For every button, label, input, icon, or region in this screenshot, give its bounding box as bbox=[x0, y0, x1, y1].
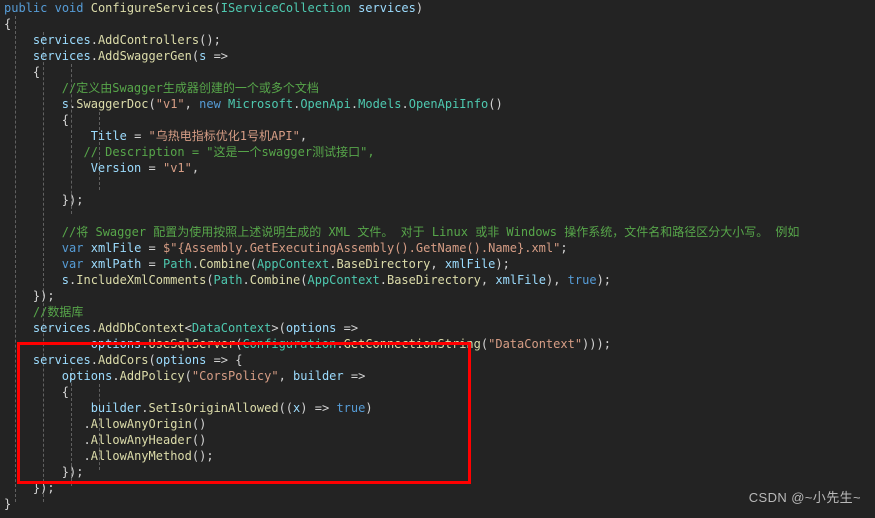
code-line[interactable]: { bbox=[0, 64, 875, 80]
code-line[interactable]: { bbox=[0, 16, 875, 32]
code-line[interactable] bbox=[0, 208, 875, 224]
code-line[interactable]: Version = "v1", bbox=[0, 160, 875, 176]
code-line[interactable]: }); bbox=[0, 192, 875, 208]
code-line[interactable]: .AllowAnyOrigin() bbox=[0, 416, 875, 432]
code-line[interactable]: .AllowAnyMethod(); bbox=[0, 448, 875, 464]
code-line[interactable]: //数据库 bbox=[0, 304, 875, 320]
code-line[interactable]: }); bbox=[0, 288, 875, 304]
code-line[interactable]: //定义由Swagger生成器创建的一个或多个文档 bbox=[0, 80, 875, 96]
code-line[interactable]: services.AddDbContext<DataContext>(optio… bbox=[0, 320, 875, 336]
code-line[interactable]: var xmlFile = $"{Assembly.GetExecutingAs… bbox=[0, 240, 875, 256]
code-line[interactable]: var xmlPath = Path.Combine(AppContext.Ba… bbox=[0, 256, 875, 272]
code-line[interactable]: options.UseSqlServer(Configuration.GetCo… bbox=[0, 336, 875, 352]
code-line[interactable]: s.SwaggerDoc("v1", new Microsoft.OpenApi… bbox=[0, 96, 875, 112]
code-line[interactable]: .AllowAnyHeader() bbox=[0, 432, 875, 448]
code-line[interactable]: services.AddCors(options => { bbox=[0, 352, 875, 368]
code-line[interactable]: builder.SetIsOriginAllowed((x) => true) bbox=[0, 400, 875, 416]
code-editor[interactable]: public void ConfigureServices(IServiceCo… bbox=[0, 0, 875, 518]
code-line[interactable]: { bbox=[0, 384, 875, 400]
code-line[interactable]: s.IncludeXmlComments(Path.Combine(AppCon… bbox=[0, 272, 875, 288]
code-line[interactable]: // Description = "这是一个swagger测试接口", bbox=[0, 144, 875, 160]
code-line[interactable]: } bbox=[0, 496, 875, 512]
code-line[interactable]: options.AddPolicy("CorsPolicy", builder … bbox=[0, 368, 875, 384]
watermark-text: CSDN @~小先生~ bbox=[748, 490, 861, 505]
code-line[interactable] bbox=[0, 176, 875, 192]
code-line[interactable]: services.AddControllers(); bbox=[0, 32, 875, 48]
code-line[interactable]: //将 Swagger 配置为使用按照上述说明生成的 XML 文件。 对于 Li… bbox=[0, 224, 875, 240]
code-line[interactable]: services.AddSwaggerGen(s => bbox=[0, 48, 875, 64]
code-content[interactable]: public void ConfigureServices(IServiceCo… bbox=[0, 0, 875, 518]
code-line[interactable]: }); bbox=[0, 480, 875, 496]
code-line[interactable]: Title = "乌热电指标优化1号机API", bbox=[0, 128, 875, 144]
code-line[interactable]: { bbox=[0, 112, 875, 128]
code-line[interactable]: public void ConfigureServices(IServiceCo… bbox=[0, 0, 875, 16]
code-line[interactable]: }); bbox=[0, 464, 875, 480]
